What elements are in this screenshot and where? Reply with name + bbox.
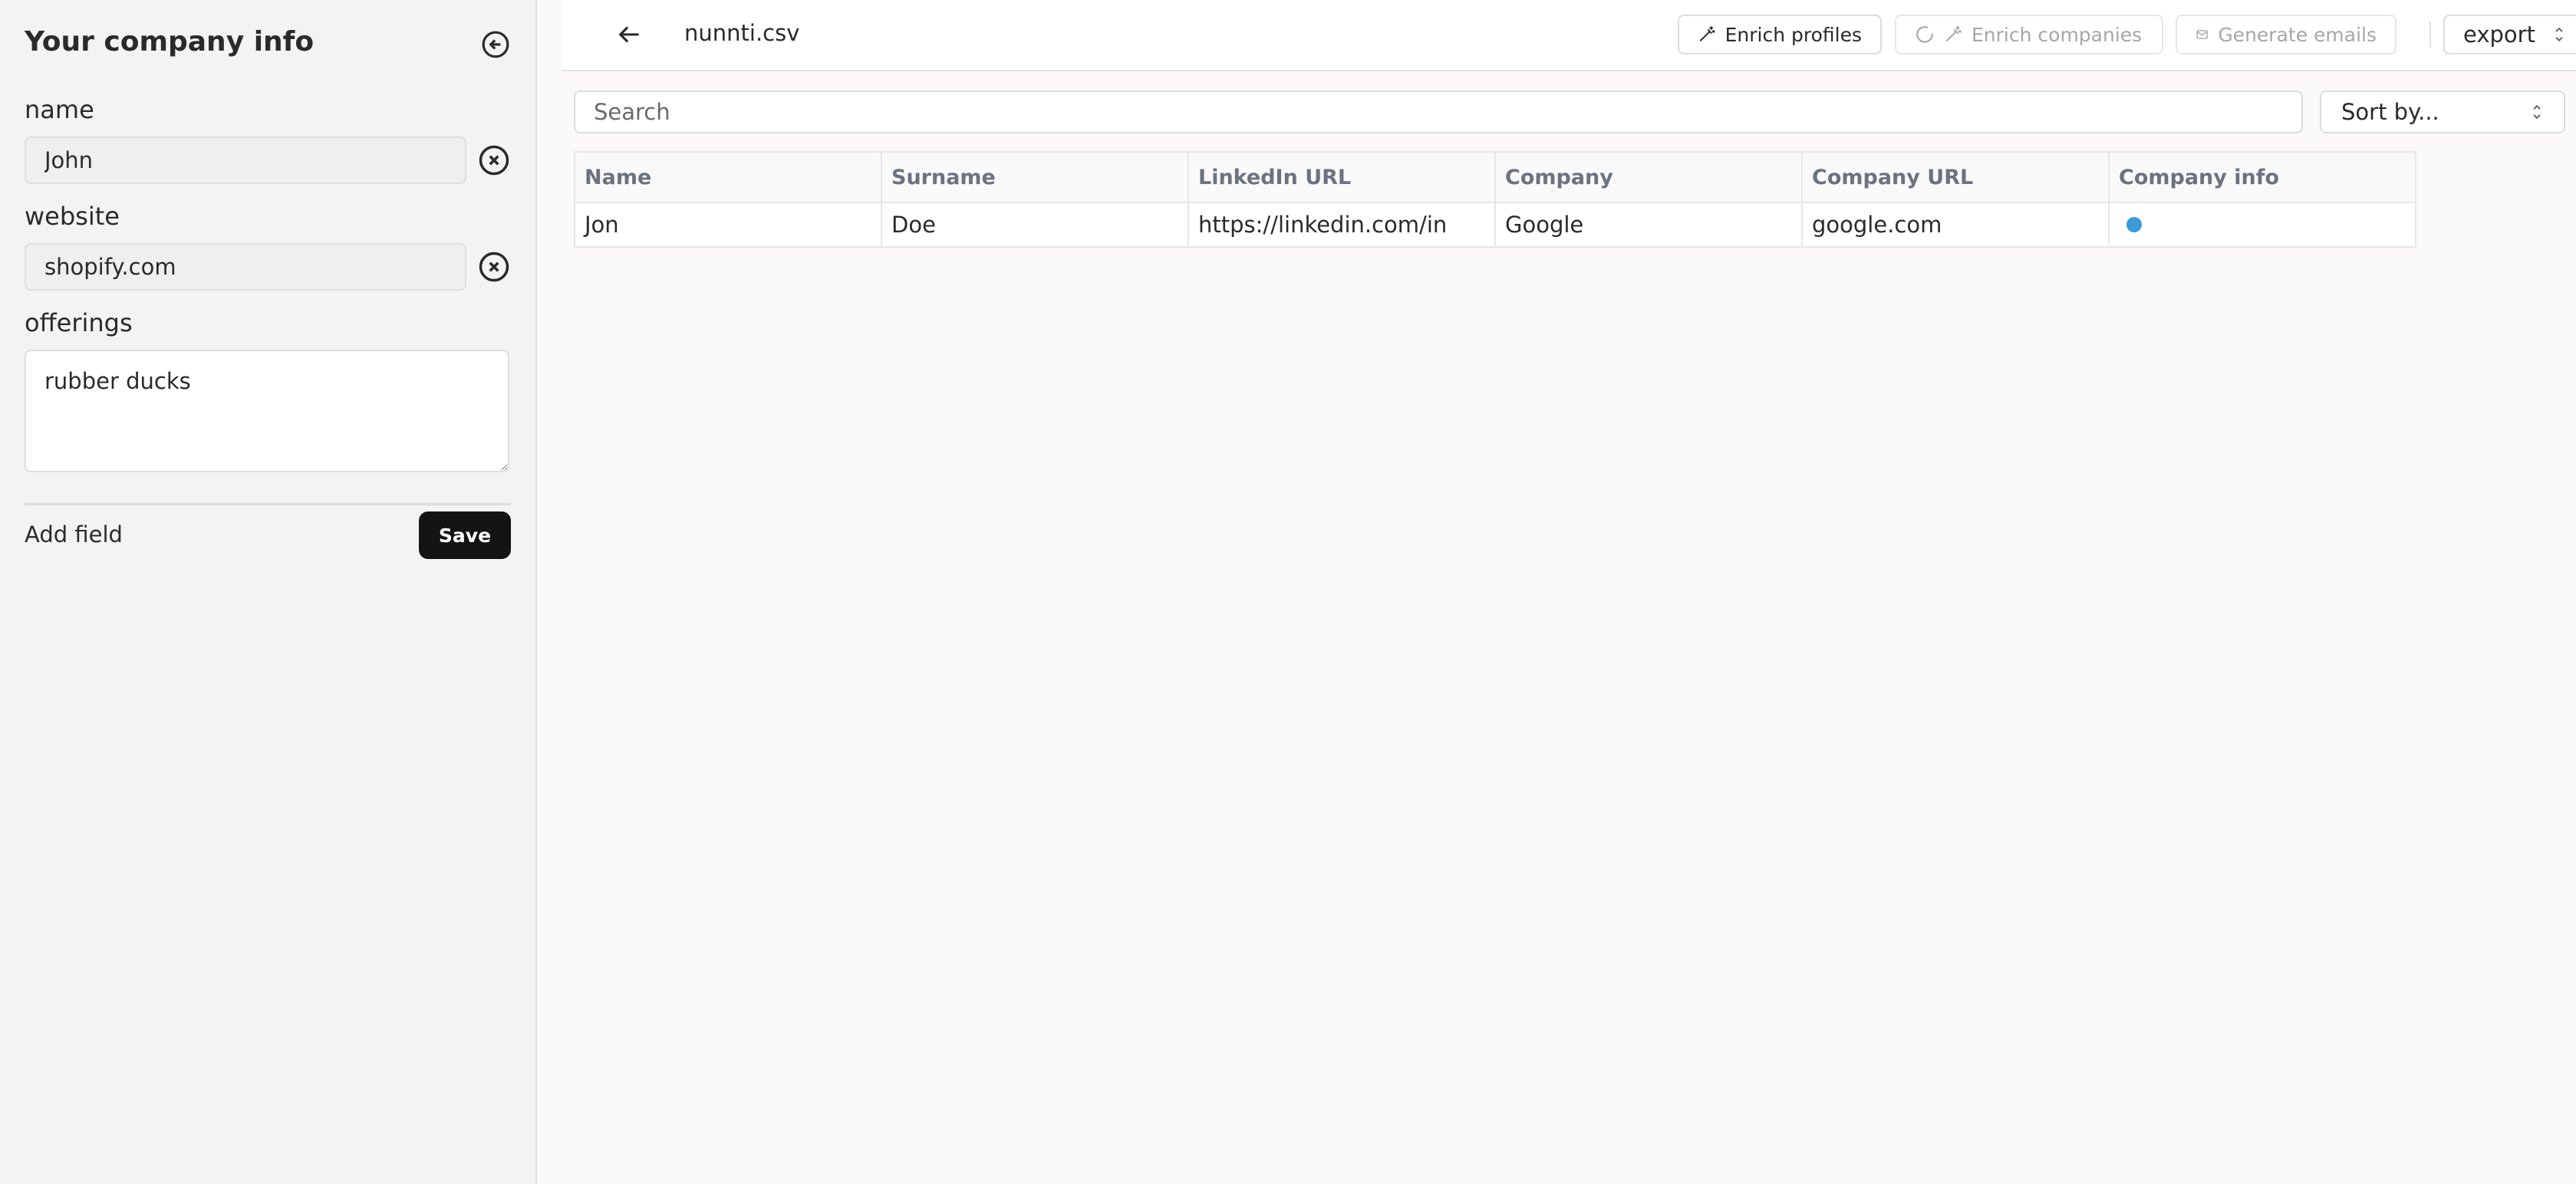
toolbar-separator — [2429, 21, 2431, 48]
remove-circle-icon — [479, 145, 509, 176]
top-bar: nunnti.csv Enrich profiles Enrich compan… — [562, 0, 2576, 71]
column-header-name[interactable]: Name — [574, 151, 882, 203]
file-name: nunnti.csv — [684, 20, 800, 46]
cell-linkedin-url[interactable]: https://linkedin.com/in — [1188, 202, 1496, 248]
column-header-surname[interactable]: Surname — [881, 151, 1189, 203]
offerings-field[interactable]: rubber ducks — [25, 350, 509, 472]
cell-company-info[interactable] — [2108, 202, 2416, 248]
sort-label: Sort by... — [2341, 99, 2439, 125]
table-row[interactable]: Jon Doe https://linkedin.com/in Google g… — [574, 202, 2416, 248]
column-header-linkedin-url[interactable]: LinkedIn URL — [1188, 151, 1496, 203]
mail-icon — [2196, 30, 2208, 39]
sidebar-divider — [25, 503, 511, 505]
chevron-updown-icon — [2533, 104, 2541, 120]
enrich-companies-button[interactable]: Enrich companies — [1895, 15, 2163, 54]
website-field[interactable] — [25, 243, 466, 291]
collapse-sidebar-button[interactable] — [479, 28, 512, 61]
enrich-profiles-label: Enrich profiles — [1724, 23, 1862, 46]
cell-name[interactable]: Jon — [574, 202, 882, 248]
enrich-profiles-button[interactable]: Enrich profiles — [1678, 15, 1882, 54]
magic-wand-icon — [1699, 26, 1715, 41]
table-header-row: Name Surname LinkedIn URL Company Compan… — [574, 151, 2416, 203]
contacts-table: Name Surname LinkedIn URL Company Compan… — [574, 151, 2416, 248]
spinner-icon — [1916, 26, 1933, 43]
column-header-company-info[interactable]: Company info — [2108, 151, 2416, 203]
generate-emails-label: Generate emails — [2218, 23, 2377, 46]
field-label-offerings: offerings — [25, 308, 133, 337]
company-info-sidebar: Your company info name website offerings… — [0, 0, 537, 1184]
remove-name-field-button[interactable] — [477, 143, 511, 177]
generate-emails-button[interactable]: Generate emails — [2176, 15, 2396, 54]
field-label-name: name — [25, 95, 94, 124]
column-header-company-url[interactable]: Company URL — [1801, 151, 2110, 203]
back-arrow-icon — [619, 26, 639, 43]
add-field-button[interactable]: Add field — [25, 521, 123, 548]
search-input[interactable] — [574, 90, 2303, 133]
save-button[interactable]: Save — [419, 511, 511, 559]
collapse-panel-icon — [482, 31, 509, 58]
cell-company-url[interactable]: google.com — [1801, 202, 2110, 248]
back-button[interactable] — [609, 15, 649, 54]
company-info-status-dot — [2126, 217, 2142, 232]
chevron-updown-icon — [2555, 27, 2563, 42]
remove-circle-icon — [479, 252, 509, 282]
sort-select[interactable]: Sort by... — [2320, 90, 2565, 133]
name-field[interactable] — [25, 136, 466, 184]
magic-wand-icon — [1946, 26, 1962, 41]
remove-website-field-button[interactable] — [477, 250, 511, 284]
export-label: export — [2463, 21, 2535, 48]
column-header-company[interactable]: Company — [1494, 151, 1803, 203]
export-select[interactable]: export — [2443, 15, 2576, 54]
main-panel: nunnti.csv Enrich profiles Enrich compan… — [539, 0, 2576, 1184]
cell-company[interactable]: Google — [1494, 202, 1803, 248]
enrich-companies-label: Enrich companies — [1972, 23, 2143, 46]
sidebar-title: Your company info — [25, 26, 315, 58]
field-label-website: website — [25, 202, 120, 231]
cell-surname[interactable]: Doe — [881, 202, 1189, 248]
